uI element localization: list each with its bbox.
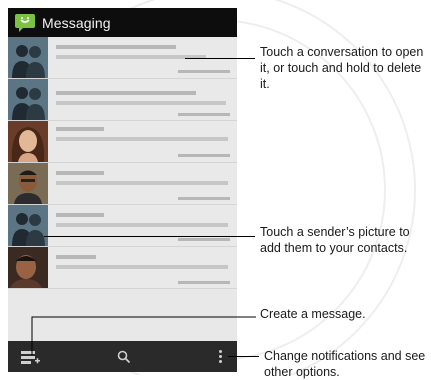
sender-name-placeholder bbox=[56, 171, 104, 175]
contact-photo-man-2[interactable] bbox=[8, 247, 48, 288]
message-preview-placeholder bbox=[56, 223, 228, 227]
default-contact-icon[interactable] bbox=[8, 37, 48, 78]
messaging-bubble-icon bbox=[14, 13, 36, 33]
timestamp-placeholder bbox=[178, 238, 230, 241]
conversation-row[interactable] bbox=[8, 163, 237, 205]
conversation-row[interactable] bbox=[8, 205, 237, 247]
timestamp-placeholder bbox=[178, 154, 230, 157]
phone-screen: Messaging bbox=[8, 8, 237, 372]
sender-name-placeholder bbox=[56, 91, 196, 95]
message-preview-placeholder bbox=[56, 137, 228, 141]
callout-conversation: Touch a conversation to open it, or touc… bbox=[260, 45, 424, 91]
timestamp-placeholder bbox=[178, 113, 230, 116]
callout-line-conversation bbox=[185, 58, 255, 59]
contact-photo-woman[interactable] bbox=[8, 121, 48, 162]
timestamp-placeholder bbox=[178, 197, 230, 200]
sender-name-placeholder bbox=[56, 213, 104, 217]
callout-line-menu bbox=[228, 356, 259, 357]
conversation-row[interactable] bbox=[8, 247, 237, 289]
conversation-list bbox=[8, 37, 237, 341]
callout-line-picture bbox=[44, 236, 255, 237]
conversation-row[interactable] bbox=[8, 121, 237, 163]
message-preview-placeholder bbox=[56, 101, 226, 105]
conversation-row[interactable] bbox=[8, 79, 237, 121]
app-title: Messaging bbox=[42, 14, 111, 31]
contact-photo-man[interactable] bbox=[8, 163, 48, 204]
default-contact-icon[interactable] bbox=[8, 79, 48, 120]
timestamp-placeholder bbox=[178, 70, 230, 73]
search-icon[interactable] bbox=[104, 341, 144, 372]
sender-name-placeholder bbox=[56, 45, 176, 49]
app-title-bar: Messaging bbox=[8, 8, 237, 37]
action-bar bbox=[8, 341, 237, 372]
callout-create: Create a message. bbox=[260, 307, 366, 321]
message-preview-placeholder bbox=[56, 181, 228, 185]
callout-menu: Change notifications and see other optio… bbox=[264, 349, 426, 379]
message-preview-placeholder bbox=[56, 55, 206, 59]
default-contact-icon[interactable] bbox=[8, 205, 48, 246]
compose-message-icon[interactable] bbox=[10, 341, 50, 372]
message-preview-placeholder bbox=[56, 265, 228, 269]
sender-name-placeholder bbox=[56, 127, 104, 131]
timestamp-placeholder bbox=[178, 281, 230, 284]
callout-picture: Touch a sender’s picture to add them to … bbox=[260, 225, 410, 255]
sender-name-placeholder bbox=[56, 255, 96, 259]
